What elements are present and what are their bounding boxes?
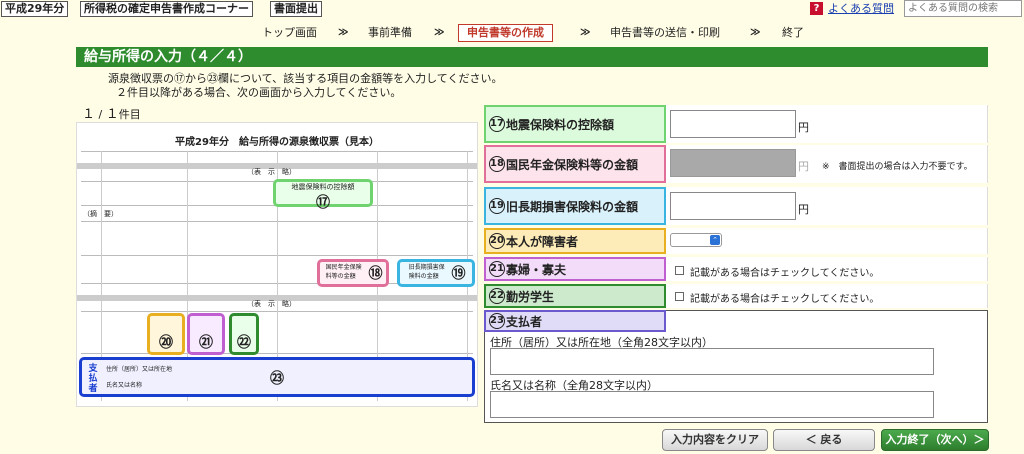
field18-label: 18 国民年金保険料等の金額 bbox=[484, 145, 666, 183]
record-count: １ / １件目 bbox=[82, 103, 141, 122]
field19-label: 19 旧長期損害保険料の金額 bbox=[484, 187, 666, 225]
field17-label-text: 地震保険料の控除額 bbox=[506, 117, 615, 132]
slip-mark-20: ⑳ bbox=[147, 313, 185, 355]
field23-label-text: 支払者 bbox=[506, 314, 543, 329]
disabled-person-select[interactable]: ⌃ bbox=[670, 233, 722, 247]
slip-mark-23-num: ㉓ bbox=[270, 371, 284, 387]
field20-label: 20 本人が障害者 bbox=[484, 228, 666, 254]
field21-label: 21 寡婦・寡夫 bbox=[484, 257, 666, 281]
slip-mark-19-caption: 旧長期損害保険料の金額 bbox=[408, 264, 445, 280]
step-top: トップ画面 bbox=[262, 26, 317, 39]
field20-label-text: 本人が障害者 bbox=[506, 234, 579, 249]
chevron-down-icon: ⌃ bbox=[710, 235, 720, 245]
slip-mark-23: 支払者 住所（居所）又は所在地 氏名又は名称 ㉓ bbox=[79, 357, 475, 397]
step-preparation: 事前準備 bbox=[368, 26, 412, 39]
count-current: １ bbox=[82, 107, 96, 122]
slip-payer-address-label: 住所（居所）又は所在地 bbox=[106, 366, 173, 373]
slip-mark-18: 国民年金保険料等の金額 ⑱ bbox=[317, 259, 389, 287]
field21-label-text: 寡婦・寡夫 bbox=[506, 262, 567, 277]
step-separator: ≫ bbox=[750, 27, 761, 38]
field19-label-text: 旧長期損害保険料の金額 bbox=[506, 199, 639, 214]
widow-checkbox[interactable] bbox=[675, 266, 684, 275]
working-student-checkbox[interactable] bbox=[675, 292, 684, 301]
slip-payer-name-label: 氏名又は名称 bbox=[106, 382, 143, 389]
step-separator: ≫ bbox=[338, 27, 349, 38]
count-sep: / bbox=[95, 108, 106, 121]
field20-number: 20 bbox=[489, 233, 505, 249]
step-end: 終了 bbox=[782, 26, 804, 39]
slip-payer-side-label: 支払者 bbox=[88, 364, 98, 394]
field17-number: 17 bbox=[489, 116, 505, 132]
slip-mark-21-num: ㉑ bbox=[199, 335, 213, 351]
step-create-active: 申告書等の作成 bbox=[458, 24, 553, 42]
instruction-line-2: ２件目以降がある場合、次の画面から入力してください。 bbox=[116, 86, 402, 99]
field22-number: 22 bbox=[489, 288, 505, 304]
field18-unit: 円 bbox=[798, 160, 809, 173]
count-total: １ bbox=[105, 107, 119, 122]
old-long-term-insurance-input[interactable] bbox=[670, 192, 796, 220]
corner-title: 所得税の確定申告書作成コーナー bbox=[80, 1, 253, 17]
slip-mark-17-caption: 地震保険料の控除額 bbox=[291, 183, 355, 191]
slip-mark-17: 地震保険料の控除額 ⑰ bbox=[273, 179, 373, 211]
count-suffix: 件目 bbox=[118, 108, 141, 121]
slip-mark-17-num: ⑰ bbox=[316, 195, 330, 211]
instruction-line-1: 源泉徴収票の⑰から㉓欄について、該当する項目の金額等を入力してください。 bbox=[108, 72, 503, 85]
field19-number: 19 bbox=[489, 198, 505, 214]
field22-label: 22 勤労学生 bbox=[484, 284, 666, 308]
slip-mark-19-num: ⑲ bbox=[451, 266, 466, 282]
field18-label-text: 国民年金保険料等の金額 bbox=[506, 157, 639, 172]
slip-mark-18-caption: 国民年金保険料等の金額 bbox=[325, 264, 362, 280]
faq-link[interactable]: よくある質問 bbox=[828, 2, 894, 15]
year-tab: 平成29年分 bbox=[1, 1, 69, 17]
earthquake-insurance-input[interactable] bbox=[670, 110, 796, 138]
payer-address-input[interactable] bbox=[490, 348, 934, 375]
field18-number: 18 bbox=[489, 156, 505, 172]
faq-search-input[interactable] bbox=[904, 0, 1022, 17]
withholding-slip-sample: 平成29年分 給与所得の源泉徴収票（見本） （表 示 略） （表 示 略） （摘… bbox=[76, 122, 478, 407]
national-pension-input bbox=[670, 149, 796, 177]
page-title: 給与所得の入力（４／４） bbox=[76, 47, 988, 67]
field17-unit: 円 bbox=[798, 121, 809, 134]
slip-mark-22-num: ㉒ bbox=[237, 335, 251, 351]
slip-mark-19: 旧長期損害保険料の金額 ⑲ bbox=[397, 259, 475, 287]
submit-method-badge: 書面提出 bbox=[270, 1, 322, 17]
working-student-checkbox-label: 記載がある場合はチェックしてください。 bbox=[690, 294, 880, 305]
field18-note: ※ 書面提出の場合は入力不要です。 bbox=[822, 162, 973, 172]
payer-name-input[interactable] bbox=[490, 391, 934, 418]
help-icon[interactable]: ? bbox=[810, 2, 823, 15]
clear-input-button[interactable]: 入力内容をクリア bbox=[662, 429, 768, 451]
slip-mark-18-num: ⑱ bbox=[368, 266, 383, 282]
field17-label: 17 地震保険料の控除額 bbox=[484, 105, 666, 143]
field19-unit: 円 bbox=[798, 203, 809, 216]
slip-mark-21: ㉑ bbox=[187, 313, 225, 355]
step-send-print: 申告書等の送信・印刷 bbox=[610, 26, 720, 39]
slip-mark-22: ㉒ bbox=[229, 313, 259, 355]
slip-omitted-label: （表 示 略） bbox=[247, 168, 296, 176]
slip-mark-20-num: ⑳ bbox=[159, 335, 173, 351]
field22-label-text: 勤労学生 bbox=[506, 289, 555, 304]
slip-omitted-label-2: （表 示 略） bbox=[247, 300, 296, 308]
step-separator: ≫ bbox=[580, 27, 591, 38]
finish-next-button[interactable]: 入力終了（次へ）＞ bbox=[881, 429, 989, 451]
widow-checkbox-label: 記載がある場合はチェックしてください。 bbox=[690, 268, 880, 279]
step-separator: ≫ bbox=[434, 27, 445, 38]
slip-title: 平成29年分 給与所得の源泉徴収票（見本） bbox=[175, 137, 379, 148]
back-button[interactable]: ＜ 戻る bbox=[773, 429, 875, 451]
field23-label: 23 支払者 bbox=[484, 310, 666, 332]
field21-number: 21 bbox=[489, 261, 505, 277]
field23-number: 23 bbox=[489, 313, 505, 329]
